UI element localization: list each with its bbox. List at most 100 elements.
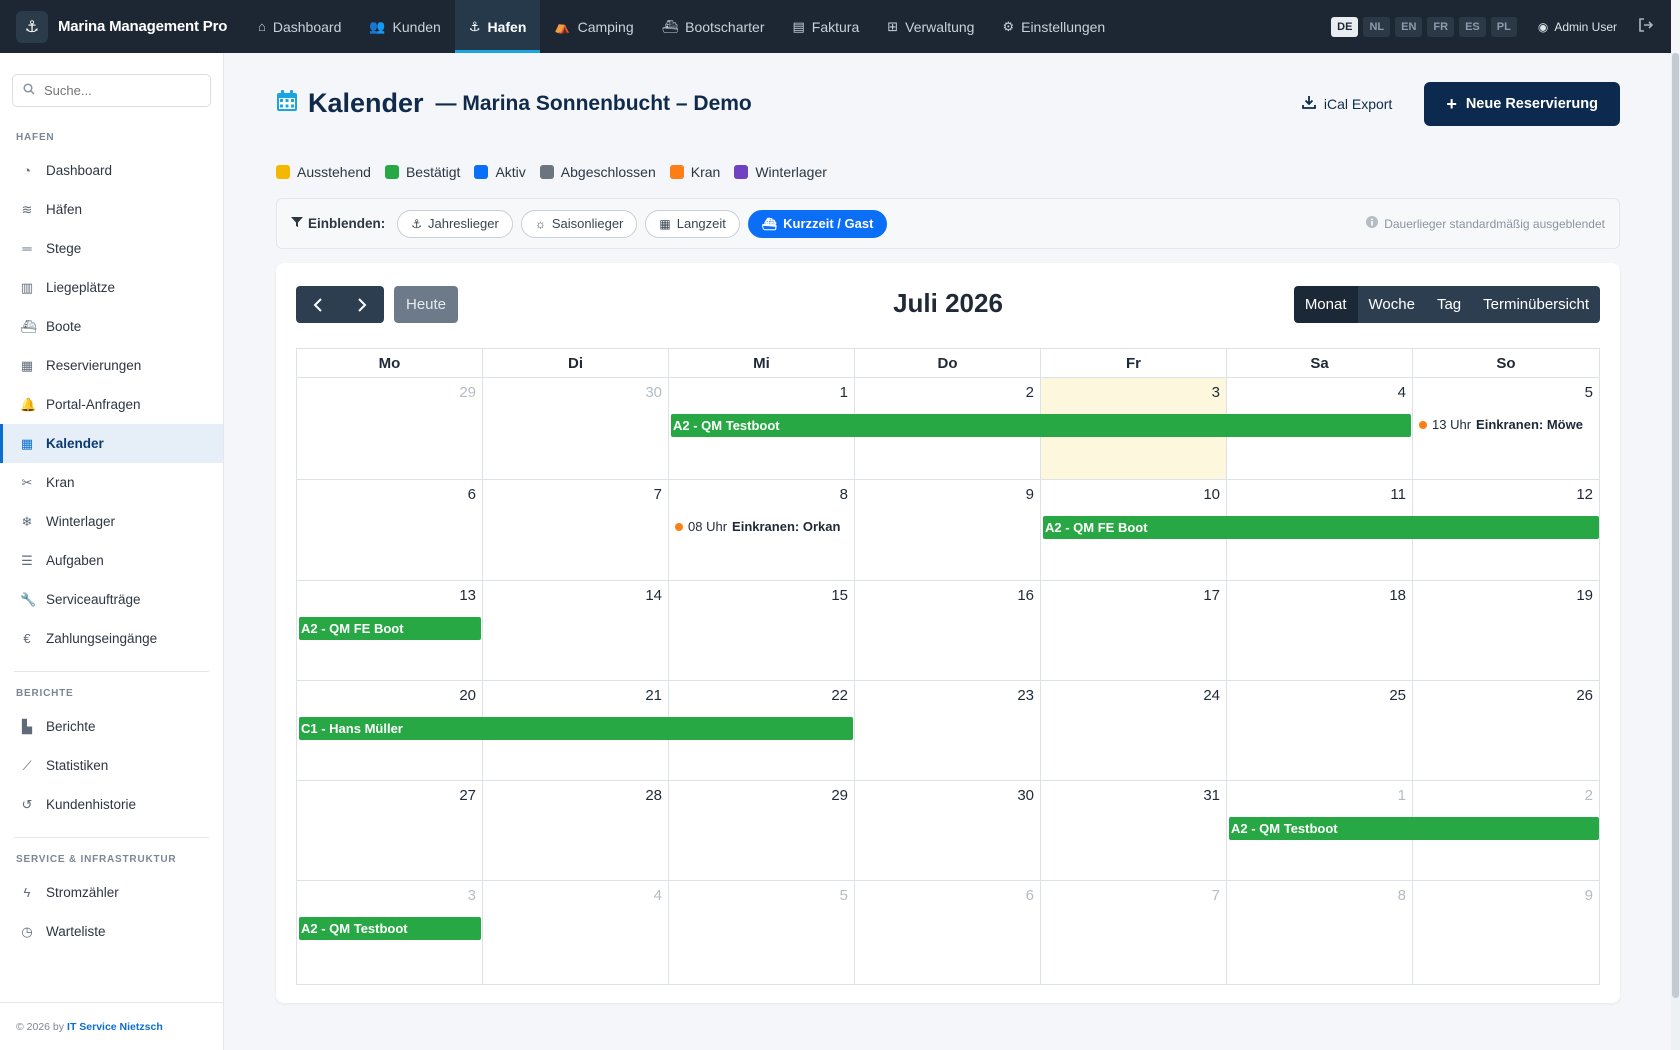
day-number[interactable]: 11 xyxy=(1390,486,1406,503)
day-cell[interactable]: 29 xyxy=(297,378,483,480)
day-cell[interactable]: 23 xyxy=(855,681,1041,781)
prev-button[interactable] xyxy=(296,286,340,323)
day-number[interactable]: 28 xyxy=(645,787,662,804)
event-bar[interactable]: A2 - QM Testboot xyxy=(671,414,1411,437)
day-number[interactable]: 9 xyxy=(1585,887,1593,904)
day-number[interactable]: 2 xyxy=(1585,787,1593,804)
today-button[interactable]: Heute xyxy=(394,286,458,323)
day-number[interactable]: 14 xyxy=(645,587,662,604)
sidebar-item-häfen[interactable]: ≋ Häfen xyxy=(0,190,223,229)
day-cell[interactable]: 26 xyxy=(1413,681,1599,781)
sidebar-item-reservierungen[interactable]: ▦ Reservierungen xyxy=(0,346,223,385)
day-number[interactable]: 15 xyxy=(831,587,848,604)
day-number[interactable]: 1 xyxy=(840,384,848,401)
sidebar-item-dashboard[interactable]: ◔ Dashboard xyxy=(0,151,223,190)
language-es[interactable]: ES xyxy=(1459,16,1486,37)
day-cell[interactable]: 27 xyxy=(297,781,483,881)
day-cell[interactable]: 24 xyxy=(1041,681,1227,781)
day-number[interactable]: 30 xyxy=(1017,787,1034,804)
day-cell[interactable]: 17 xyxy=(1041,581,1227,681)
view-terminübersicht[interactable]: Terminübersicht xyxy=(1472,286,1600,323)
sidebar-item-warteliste[interactable]: ◷ Warteliste xyxy=(0,912,223,951)
search-input[interactable] xyxy=(44,83,194,98)
day-number[interactable]: 4 xyxy=(654,887,662,904)
logout-icon[interactable] xyxy=(1638,18,1654,35)
day-cell[interactable]: 4 xyxy=(483,881,669,984)
filter-chip-jahreslieger[interactable]: ⚓ Jahreslieger xyxy=(397,209,513,238)
day-number[interactable]: 30 xyxy=(645,384,662,401)
nav-item-dashboard[interactable]: ⌂ Dashboard xyxy=(244,0,355,53)
day-number[interactable]: 25 xyxy=(1389,687,1406,704)
day-cell[interactable]: 18 xyxy=(1227,581,1413,681)
day-number[interactable]: 4 xyxy=(1398,384,1406,401)
day-number[interactable]: 6 xyxy=(1026,887,1034,904)
sidebar-item-portal-anfragen[interactable]: 🔔 Portal-Anfragen xyxy=(0,385,223,424)
sidebar-item-kundenhistorie[interactable]: ↺ Kundenhistorie xyxy=(0,785,223,824)
day-cell[interactable]: 8 xyxy=(1227,881,1413,984)
filter-chip-saisonlieger[interactable]: ☼ Saisonlieger xyxy=(520,209,638,238)
new-reservation-button[interactable]: + Neue Reservierung xyxy=(1424,81,1620,126)
ical-export-button[interactable]: iCal Export xyxy=(1290,85,1404,122)
event-bar[interactable]: A2 - QM Testboot xyxy=(299,917,481,940)
sidebar-item-boote[interactable]: ⛴ Boote xyxy=(0,307,223,346)
day-cell[interactable]: 28 xyxy=(483,781,669,881)
day-number[interactable]: 5 xyxy=(840,887,848,904)
day-number[interactable]: 24 xyxy=(1203,687,1220,704)
event-bar[interactable]: A2 - QM FE Boot xyxy=(1043,516,1599,539)
nav-item-einstellungen[interactable]: ⚙ Einstellungen xyxy=(988,0,1119,53)
event-bar[interactable]: A2 - QM Testboot xyxy=(1229,817,1599,840)
day-number[interactable]: 5 xyxy=(1585,384,1593,401)
sidebar-item-serviceaufträge[interactable]: 🔧 Serviceaufträge xyxy=(0,580,223,619)
day-number[interactable]: 9 xyxy=(1026,486,1034,503)
day-cell[interactable]: 5 xyxy=(669,881,855,984)
nav-item-bootscharter[interactable]: ⛴ Bootscharter xyxy=(648,0,779,53)
nav-item-camping[interactable]: ⛺ Camping xyxy=(540,0,647,53)
day-number[interactable]: 12 xyxy=(1576,486,1593,503)
day-cell[interactable]: 31 xyxy=(1041,781,1227,881)
day-number[interactable]: 21 xyxy=(645,687,662,704)
sidebar-item-stromzähler[interactable]: ϟ Stromzähler xyxy=(0,873,223,912)
sidebar-search[interactable] xyxy=(12,74,211,107)
sidebar-item-liegeplätze[interactable]: ▥ Liegeplätze xyxy=(0,268,223,307)
day-number[interactable]: 26 xyxy=(1576,687,1593,704)
day-cell[interactable]: 15 xyxy=(669,581,855,681)
page-scrollbar[interactable] xyxy=(1671,53,1680,1050)
day-number[interactable]: 8 xyxy=(840,486,848,503)
filter-chip-kurzzeit-gast[interactable]: ⛴ Kurzzeit / Gast xyxy=(747,209,888,238)
language-fr[interactable]: FR xyxy=(1427,16,1455,37)
day-number[interactable]: 18 xyxy=(1389,587,1406,604)
day-number[interactable]: 19 xyxy=(1576,587,1593,604)
day-number[interactable]: 8 xyxy=(1398,887,1406,904)
day-cell[interactable]: 30 xyxy=(855,781,1041,881)
day-number[interactable]: 7 xyxy=(654,486,662,503)
nav-item-kunden[interactable]: 👥 Kunden xyxy=(355,0,454,53)
day-cell[interactable]: 25 xyxy=(1227,681,1413,781)
day-number[interactable]: 27 xyxy=(459,787,476,804)
day-cell[interactable]: 9 xyxy=(855,480,1041,581)
scrollbar-thumb[interactable] xyxy=(1672,53,1679,998)
crane-event[interactable]: 13 Uhr Einkranen: Möwe xyxy=(1419,417,1583,432)
day-number[interactable]: 3 xyxy=(1212,384,1220,401)
day-number[interactable]: 31 xyxy=(1203,787,1220,804)
day-cell[interactable]: 14 xyxy=(483,581,669,681)
view-woche[interactable]: Woche xyxy=(1357,286,1426,323)
day-number[interactable]: 2 xyxy=(1026,384,1034,401)
day-number[interactable]: 10 xyxy=(1203,486,1220,503)
day-number[interactable]: 23 xyxy=(1017,687,1034,704)
day-cell[interactable]: 6 xyxy=(855,881,1041,984)
day-cell[interactable]: 30 xyxy=(483,378,669,480)
nav-item-verwaltung[interactable]: ⊞ Verwaltung xyxy=(873,0,988,53)
day-number[interactable]: 16 xyxy=(1017,587,1034,604)
day-cell[interactable]: 19 xyxy=(1413,581,1599,681)
day-number[interactable]: 7 xyxy=(1212,887,1220,904)
sidebar-item-kalender[interactable]: ▦ Kalender xyxy=(0,424,223,463)
crane-event[interactable]: 08 Uhr Einkranen: Orkan xyxy=(675,519,840,534)
day-number[interactable]: 29 xyxy=(831,787,848,804)
day-cell[interactable]: 7 xyxy=(1041,881,1227,984)
day-number[interactable]: 6 xyxy=(468,486,476,503)
filter-chip-langzeit[interactable]: ▦ Langzeit xyxy=(645,209,740,238)
view-monat[interactable]: Monat xyxy=(1293,286,1358,323)
day-number[interactable]: 1 xyxy=(1398,787,1406,804)
sidebar-item-stege[interactable]: ═ Stege xyxy=(0,229,223,268)
day-cell[interactable]: 9 xyxy=(1413,881,1599,984)
